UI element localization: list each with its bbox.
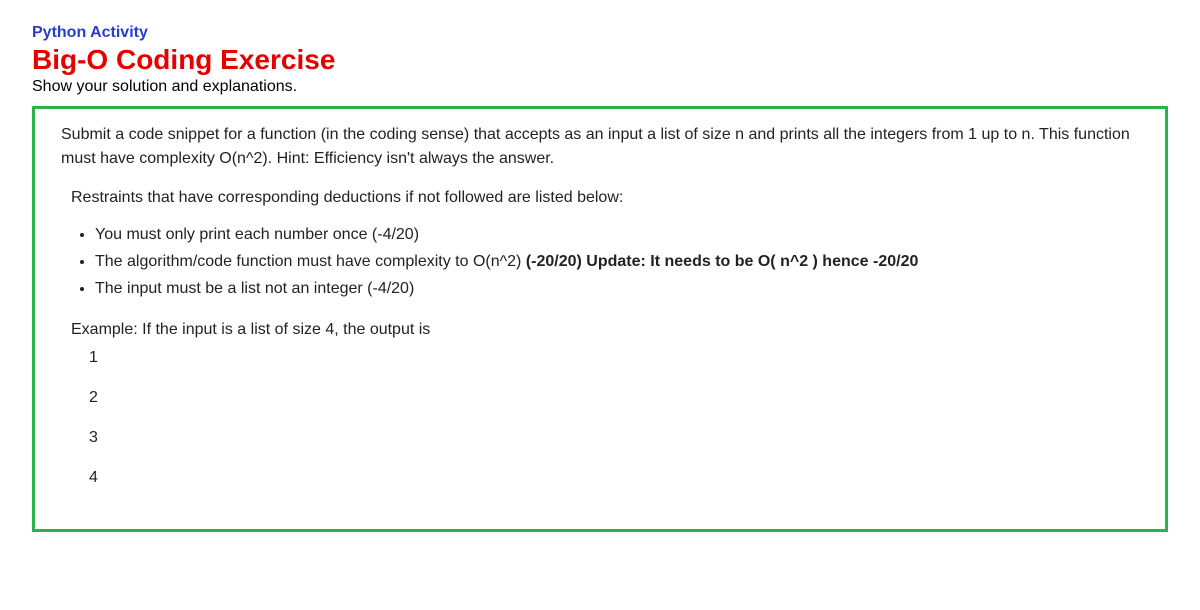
output-line: 1	[89, 349, 1139, 367]
restraint-text: You must only print each number once (-4…	[95, 226, 419, 243]
restraint-bold: (-20/20) Update: It needs to be O( n^2 )…	[526, 253, 919, 270]
example-label: Example: If the input is a list of size …	[61, 321, 1139, 339]
example-output: 1 2 3 4	[61, 349, 1139, 487]
exercise-title: Big-O Coding Exercise	[32, 44, 1168, 76]
restraint-item: The input must be a list not an integer …	[95, 275, 1139, 302]
output-line: 4	[89, 469, 1139, 487]
restraint-text: The algorithm/code function must have co…	[95, 253, 526, 270]
restraint-text: The input must be a list not an integer …	[95, 280, 414, 297]
restraints-list: You must only print each number once (-4…	[61, 221, 1139, 303]
activity-label: Python Activity	[32, 24, 1168, 42]
instructions-text: Show your solution and explanations.	[32, 78, 1168, 96]
output-line: 2	[89, 389, 1139, 407]
restraints-intro: Restraints that have corresponding deduc…	[61, 189, 1139, 207]
exercise-box: Submit a code snippet for a function (in…	[32, 106, 1168, 532]
restraint-item: The algorithm/code function must have co…	[95, 248, 1139, 275]
output-line: 3	[89, 429, 1139, 447]
prompt-text: Submit a code snippet for a function (in…	[61, 123, 1139, 171]
restraint-item: You must only print each number once (-4…	[95, 221, 1139, 248]
